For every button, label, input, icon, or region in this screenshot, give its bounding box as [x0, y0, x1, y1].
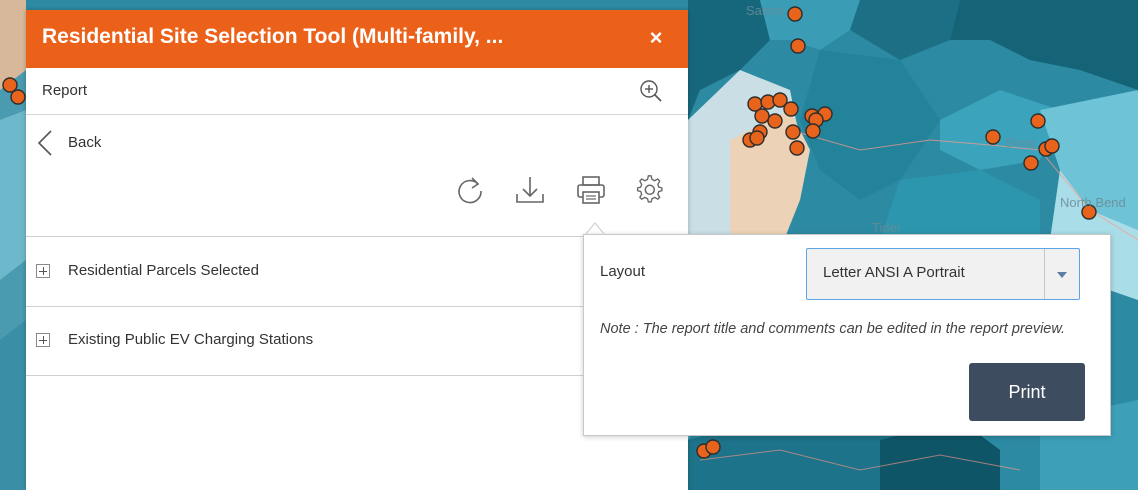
gear-icon[interactable] — [634, 174, 666, 206]
chevron-down-icon — [1044, 249, 1079, 299]
map-label-samm: Samm — [746, 3, 784, 18]
note-text: Note : The report title and comments can… — [600, 321, 1066, 337]
layout-selected-value: Letter ANSI A Portrait — [823, 264, 965, 281]
section-label: Residential Parcels Selected — [68, 262, 259, 279]
back-label: Back — [68, 134, 102, 151]
chevron-left-icon — [37, 130, 52, 156]
layout-label: Layout — [600, 263, 646, 280]
print-options-popup: Layout Letter ANSI A Portrait Note : The… — [583, 234, 1111, 436]
zoom-in-icon[interactable] — [638, 78, 664, 104]
expand-icon — [36, 264, 50, 278]
section-label: Existing Public EV Charging Stations — [68, 331, 314, 348]
close-button[interactable]: × — [644, 26, 668, 50]
popup-pointer — [585, 222, 605, 235]
map-label-tider: Tider — [872, 220, 902, 235]
panel-header: Residential Site Selection Tool (Multi-f… — [26, 10, 688, 68]
download-icon[interactable] — [514, 174, 546, 206]
map-label-north-bend: North Bend — [1060, 195, 1126, 210]
refresh-icon[interactable] — [454, 174, 486, 206]
map-label-snoq: Snoq — [1005, 135, 1036, 150]
print-button[interactable]: Print — [969, 363, 1085, 421]
print-icon[interactable] — [575, 174, 607, 206]
report-label: Report — [42, 82, 88, 99]
report-header-row: Report — [26, 68, 688, 115]
panel-title: Residential Site Selection Tool (Multi-f… — [42, 25, 504, 48]
layout-select[interactable]: Letter ANSI A Portrait — [806, 248, 1080, 300]
expand-icon — [36, 333, 50, 347]
